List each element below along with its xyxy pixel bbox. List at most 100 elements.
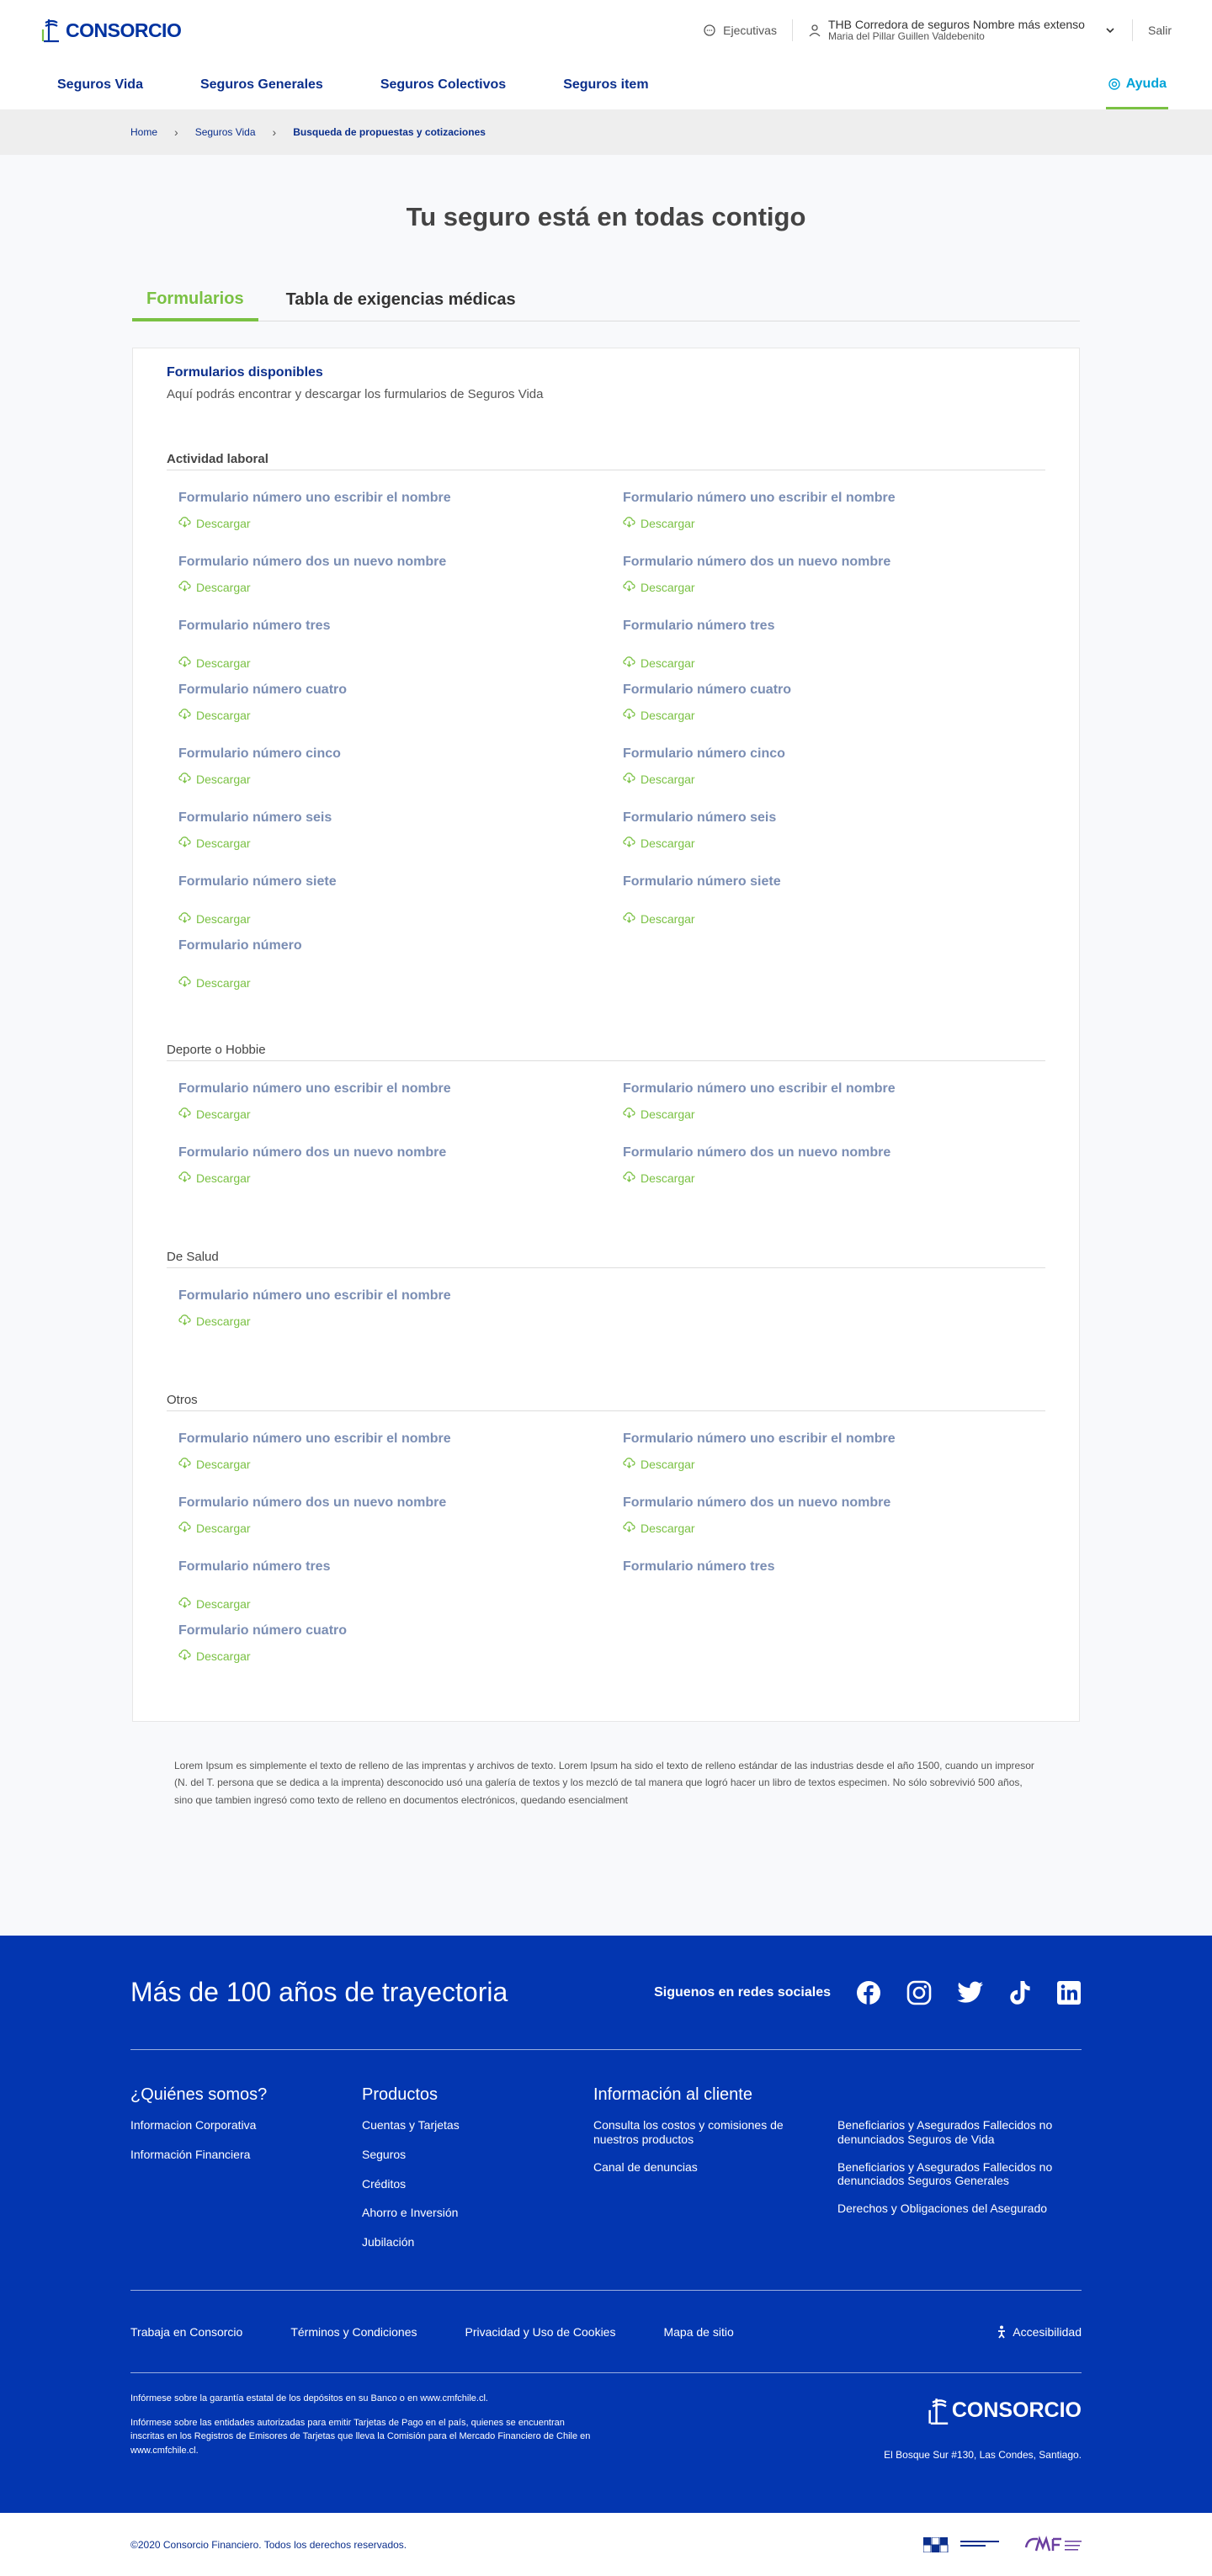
form-name[interactable]: Formulario número tres <box>178 619 330 633</box>
form-name[interactable]: Formulario número cinco <box>623 746 785 761</box>
footer-link[interactable]: Consulta los costos y comisiones de nues… <box>593 2118 837 2147</box>
nav-seguros-generales[interactable]: Seguros Generales <box>200 61 323 109</box>
tab-formularios[interactable]: Formularios <box>132 279 258 321</box>
download-link[interactable]: Descargar <box>178 772 589 786</box>
download-label: Descargar <box>641 1171 695 1185</box>
footer-link-trabaja[interactable]: Trabaja en Consorcio <box>130 2325 242 2339</box>
download-link[interactable]: Descargar <box>178 1596 589 1611</box>
footer-link[interactable]: Cuentas y Tarjetas <box>362 2118 593 2133</box>
nav-seguros-item[interactable]: Seguros item <box>563 61 648 109</box>
form-name[interactable]: Formulario número dos un nuevo nombre <box>178 1495 446 1510</box>
footer-link-mapa[interactable]: Mapa de sitio <box>663 2325 733 2339</box>
form-name[interactable]: Formulario número uno escribir el nombre <box>623 1081 896 1096</box>
footer-link[interactable]: Informacion Corporativa <box>130 2118 362 2133</box>
download-link[interactable]: Descargar <box>623 516 1034 530</box>
download-label: Descargar <box>196 656 251 670</box>
logout-link[interactable]: Salir <box>1133 24 1172 37</box>
form-name[interactable]: Formulario número seis <box>178 810 332 825</box>
footer-link[interactable]: Jubilación <box>362 2235 593 2249</box>
form-name[interactable]: Formulario número tres <box>178 1559 330 1574</box>
footer-link-privacidad[interactable]: Privacidad y Uso de Cookies <box>465 2325 616 2339</box>
download-link[interactable]: Descargar <box>623 708 1034 722</box>
download-link[interactable]: Descargar <box>178 1649 589 1663</box>
download-link[interactable]: Descargar <box>623 580 1034 594</box>
main-nav: Seguros Vida Seguros Generales Seguros C… <box>0 61 1212 109</box>
form-name[interactable]: Formulario número cuatro <box>178 1623 347 1638</box>
form-name[interactable]: Formulario número <box>178 938 302 953</box>
form-name[interactable]: Formulario número cinco <box>178 746 341 761</box>
instagram-icon[interactable] <box>906 1980 932 2005</box>
footer-link[interactable]: Canal de denuncias <box>593 2160 837 2189</box>
download-link[interactable]: Descargar <box>623 1457 1034 1471</box>
form-name[interactable]: Formulario número cuatro <box>623 683 791 697</box>
download-label: Descargar <box>196 1649 251 1663</box>
ejecutivas-link[interactable]: Ejecutivas <box>688 24 792 37</box>
footer-link[interactable]: Ahorro e Inversión <box>362 2206 593 2220</box>
consorcio-logo[interactable]: CONSORCIO <box>40 18 182 43</box>
download-link[interactable]: Descargar <box>178 1107 589 1121</box>
download-link[interactable]: Descargar <box>178 708 589 722</box>
form-name[interactable]: Formulario número dos un nuevo nombre <box>178 555 446 569</box>
download-link[interactable]: Descargar <box>178 1171 589 1185</box>
download-link[interactable]: Descargar <box>178 516 589 530</box>
linkedin-icon[interactable] <box>1056 1980 1082 2005</box>
form-name[interactable]: Formulario número dos un nuevo nombre <box>623 555 890 569</box>
download-link[interactable]: Descargar <box>623 656 1034 670</box>
download-link[interactable]: Descargar <box>178 1521 589 1535</box>
footer-link-terminos[interactable]: Términos y Condiciones <box>290 2325 417 2339</box>
footer-link[interactable]: Seguros <box>362 2148 593 2162</box>
download-link[interactable]: Descargar <box>178 656 589 670</box>
page-title: Tu seguro está en todas contigo <box>406 202 806 231</box>
section-title: De Salud <box>167 1250 1045 1268</box>
form-name[interactable]: Formulario número uno escribir el nombre <box>178 1288 451 1303</box>
form-name[interactable]: Formulario número cuatro <box>178 683 347 697</box>
download-link[interactable]: Descargar <box>623 1171 1034 1185</box>
download-link[interactable]: Descargar <box>623 836 1034 850</box>
section-title: Actividad laboral <box>167 452 1045 470</box>
form-name[interactable]: Formulario número uno escribir el nombre <box>178 1081 451 1096</box>
footer-link[interactable]: Beneficiarios y Asegurados Fallecidos no… <box>837 2118 1082 2147</box>
form-name[interactable]: Formulario número dos un nuevo nombre <box>623 1145 890 1160</box>
nav-seguros-vida[interactable]: Seguros Vida <box>57 61 143 109</box>
download-link[interactable]: Descargar <box>623 772 1034 786</box>
download-link[interactable]: Descargar <box>178 836 589 850</box>
form-name[interactable]: Formulario número uno escribir el nombre <box>178 1431 451 1446</box>
download-label: Descargar <box>196 1457 251 1471</box>
form-name[interactable]: Formulario número siete <box>178 874 337 889</box>
breadcrumb-seguros-vida[interactable]: Seguros Vida <box>195 126 256 138</box>
forms-grid: Formulario número uno escribir el nombre… <box>167 1268 1045 1352</box>
form-name[interactable]: Formulario número dos un nuevo nombre <box>623 1495 890 1510</box>
nav-seguros-colectivos[interactable]: Seguros Colectivos <box>380 61 506 109</box>
form-name[interactable]: Formulario número uno escribir el nombre <box>623 1431 896 1446</box>
twitter-icon[interactable] <box>957 1981 984 2005</box>
download-link[interactable]: Descargar <box>178 975 589 990</box>
download-link[interactable]: Descargar <box>623 1107 1034 1121</box>
cloud-download-icon <box>178 580 191 594</box>
download-link[interactable]: Descargar <box>178 1457 589 1471</box>
form-name[interactable]: Formulario número dos un nuevo nombre <box>178 1145 446 1160</box>
breadcrumb-home[interactable]: Home <box>130 126 157 138</box>
tiktok-icon[interactable] <box>1009 1980 1031 2005</box>
footer-link[interactable]: Información Financiera <box>130 2148 362 2162</box>
download-link[interactable]: Descargar <box>623 1521 1034 1535</box>
footer-link[interactable]: Derechos y Obligaciones del Asegurado <box>837 2202 1082 2216</box>
download-link[interactable]: Descargar <box>178 580 589 594</box>
form-name[interactable]: Formulario número uno escribir el nombre <box>623 491 896 505</box>
accessibility-link[interactable]: Accesibilidad <box>996 2325 1082 2339</box>
consorcio-logo-icon <box>41 19 59 43</box>
user-menu[interactable]: THB Corredora de seguros Nombre más exte… <box>793 18 1132 43</box>
download-label: Descargar <box>641 516 695 530</box>
facebook-icon[interactable] <box>856 1980 881 2005</box>
footer-link[interactable]: Beneficiarios y Asegurados Fallecidos no… <box>837 2160 1082 2189</box>
form-name[interactable]: Formulario número seis <box>623 810 776 825</box>
footer-link[interactable]: Créditos <box>362 2177 593 2191</box>
download-link[interactable]: Descargar <box>623 911 1034 926</box>
form-name[interactable]: Formulario número tres <box>623 1559 774 1574</box>
form-name[interactable]: Formulario número tres <box>623 619 774 633</box>
download-link[interactable]: Descargar <box>178 1314 589 1328</box>
form-name[interactable]: Formulario número siete <box>623 874 781 889</box>
form-name[interactable]: Formulario número uno escribir el nombre <box>178 491 451 505</box>
tab-exigencias-medicas[interactable]: Tabla de exigencias médicas <box>272 279 530 321</box>
download-link[interactable]: Descargar <box>178 911 589 926</box>
help-link[interactable]: Ayuda <box>1105 61 1168 109</box>
